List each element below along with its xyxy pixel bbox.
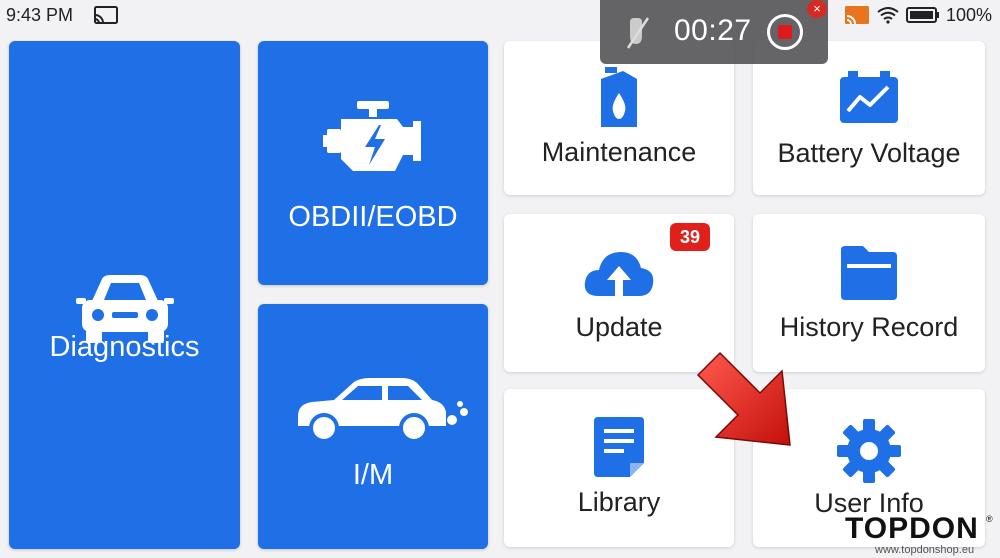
document-icon (594, 417, 644, 477)
folder-icon (841, 246, 897, 300)
oil-can-icon (601, 67, 637, 127)
update-count-badge: 39 (670, 223, 710, 251)
status-right: 100% (844, 5, 992, 25)
tile-battery-voltage[interactable]: Battery Voltage (753, 41, 985, 195)
tile-history-record-label: History Record (779, 312, 959, 342)
tile-obd[interactable]: OBDII/EOBD (258, 41, 488, 285)
wifi-icon (877, 7, 899, 24)
tile-diagnostics[interactable]: Diagnostics (9, 41, 240, 549)
tile-library-label: Library (577, 487, 661, 517)
brand-reg-mark: ® (986, 514, 993, 524)
red-arrow-pointer (696, 351, 791, 446)
engine-icon (323, 101, 421, 171)
status-bar: 9:43 PM 100% (0, 0, 1000, 30)
cast-icon (844, 6, 869, 25)
tile-im-label: I/M (352, 459, 394, 491)
car-side-emission-icon (298, 378, 468, 443)
close-overlay-button[interactable]: × (807, 0, 827, 18)
screen-recording-overlay: 00:27 × (600, 0, 828, 64)
tile-update-label: Update (575, 312, 663, 342)
gear-icon (837, 419, 901, 483)
battery-percent: 100% (945, 4, 992, 25)
brand-name: TOPDON (845, 512, 979, 545)
tile-diagnostics-label: Diagnostics (49, 331, 200, 363)
status-time: 9:43 PM (6, 5, 74, 25)
tile-im[interactable]: I/M (258, 304, 488, 549)
battery-icon (905, 7, 939, 23)
cast-icon (94, 6, 118, 24)
brand-url: www.topdonshop.eu (875, 544, 975, 556)
tile-obd-label: OBDII/EOBD (288, 201, 458, 233)
mic-off-icon[interactable] (622, 14, 652, 50)
cloud-upload-icon (584, 252, 654, 296)
brand-watermark: TOPDON ® www.topdonshop.eu (845, 512, 995, 558)
tile-maintenance[interactable]: Maintenance (504, 41, 734, 195)
stop-recording-button[interactable] (767, 14, 803, 50)
recording-timer: 00:27 (674, 14, 752, 47)
battery-graph-icon (840, 71, 898, 123)
tile-maintenance-label: Maintenance (541, 137, 697, 167)
tile-battery-voltage-label: Battery Voltage (777, 138, 961, 168)
